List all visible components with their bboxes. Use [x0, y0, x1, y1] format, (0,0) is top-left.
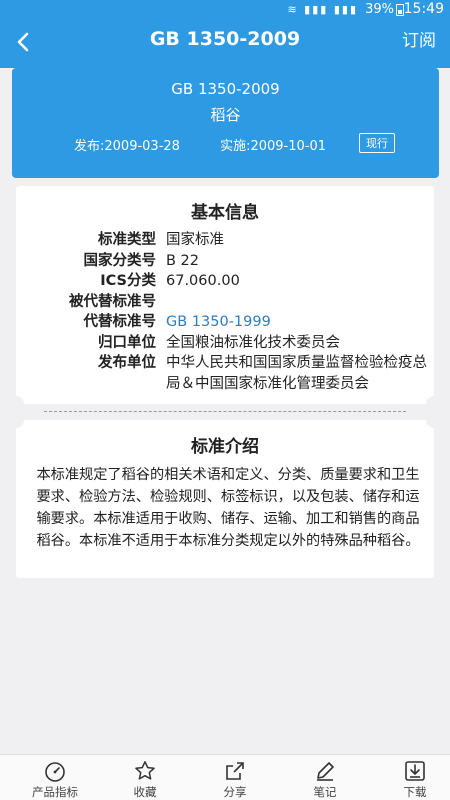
info-key: 被代替标准号 — [69, 293, 156, 310]
page-title: GB 1350-2009 — [149, 28, 301, 50]
basic-info-card: 基本信息 标准类型 国家标准 国家分类号 B 22 ICS分类 67.060.0… — [8, 186, 442, 412]
info-value: 67.060.00 — [166, 273, 240, 289]
share-icon — [226, 762, 244, 780]
info-key: ICS分类 — [100, 273, 156, 289]
subscribe-button[interactable]: 订阅 — [402, 26, 436, 51]
standard-code: GB 1350-2009 — [171, 80, 280, 98]
download-icon — [405, 761, 425, 781]
info-row-ics: ICS分类 67.060.00 — [16, 271, 434, 292]
info-row-national-class: 国家分类号 B 22 — [16, 251, 434, 272]
info-value: 国家标准 — [166, 232, 224, 248]
bottom-tab-bar: 产品指标 收藏 分享 笔记 下载 — [0, 754, 450, 800]
pencil-icon — [317, 762, 334, 781]
notch-right — [426, 412, 442, 428]
info-row-type: 标准类型 国家标准 — [16, 230, 434, 251]
tab-share[interactable]: 分享 — [200, 759, 270, 800]
info-list: 标准类型 国家标准 国家分类号 B 22 ICS分类 67.060.00 被代替… — [16, 230, 434, 394]
info-row-publisher: 发布单位 中华人民共和国国家质量监督检验检疫总局＆中国国家标准化管理委员会 — [16, 353, 434, 394]
info-row-replaces: 代替标准号 GB 1350-1999 — [16, 312, 434, 333]
info-value — [166, 292, 428, 313]
tab-product-indicators[interactable]: 产品指标 — [20, 759, 90, 800]
battery-percent: 39% — [365, 2, 394, 17]
status-bar: ≋ ▮▮▮ ▮▮▮ 39% 15:49 — [0, 0, 450, 20]
standard-dates: 发布:2009-03-28 实施:2009-10-01 — [74, 135, 362, 154]
signal-icons: ≋ ▮▮▮ ▮▮▮ — [287, 3, 358, 16]
tab-label: 笔记 — [313, 785, 337, 799]
info-value: 中华人民共和国国家质量监督检验检疫总局＆中国国家标准化管理委员会 — [166, 355, 427, 392]
intro-title: 标准介绍 — [191, 437, 259, 457]
info-key: 归口单位 — [98, 334, 156, 351]
standard-header-card: GB 1350-2009 稻谷 发布:2009-03-28 实施:2009-10… — [12, 68, 439, 178]
intro-card: 标准介绍 本标准规定了稻谷的相关术语和定义、分类、质量要求和卫生要求、检验方法、… — [8, 412, 442, 578]
tab-label: 下载 — [403, 785, 427, 799]
info-row-responsible-unit: 归口单位 全国粮油标准化技术委员会 — [16, 333, 434, 354]
tab-download[interactable]: 下载 — [380, 759, 450, 800]
publish-date: 发布:2009-03-28 — [74, 139, 180, 154]
info-key: 代替标准号 — [83, 314, 157, 330]
tab-label: 分享 — [223, 785, 247, 799]
intro-text: 本标准规定了稻谷的相关术语和定义、分类、质量要求和卫生要求、检验方法、检验规则、… — [36, 467, 420, 549]
tab-label: 收藏 — [133, 785, 157, 799]
info-key: 标准类型 — [98, 232, 156, 248]
replaced-standard-link[interactable]: GB 1350-1999 — [166, 312, 428, 333]
status-badge: 现行 — [359, 133, 395, 153]
top-bar: ≋ ▮▮▮ ▮▮▮ 39% 15:49 GB 1350-2009 订阅 — [0, 0, 450, 68]
dashed-divider — [44, 411, 406, 412]
tab-notes[interactable]: 笔记 — [290, 759, 360, 800]
tab-label: 产品指标 — [32, 785, 78, 799]
status-time: 15:49 — [403, 1, 444, 17]
standard-name: 稻谷 — [210, 106, 241, 124]
notch-right — [426, 396, 442, 412]
star-icon — [135, 761, 155, 780]
implement-date: 实施:2009-10-01 — [220, 139, 327, 154]
info-key: 国家分类号 — [83, 252, 157, 269]
basic-info-title: 基本信息 — [191, 203, 259, 223]
info-value: B 22 — [166, 252, 200, 269]
notch-left — [8, 412, 24, 428]
info-value: 全国粮油标准化技术委员会 — [166, 334, 340, 351]
gauge-icon — [45, 762, 65, 782]
info-row-replaced-by: 被代替标准号 — [16, 292, 434, 313]
nav-bar: GB 1350-2009 订阅 — [0, 22, 450, 62]
tab-favorite[interactable]: 收藏 — [110, 759, 180, 800]
info-key: 发布单位 — [98, 355, 156, 371]
notch-left — [8, 396, 24, 412]
